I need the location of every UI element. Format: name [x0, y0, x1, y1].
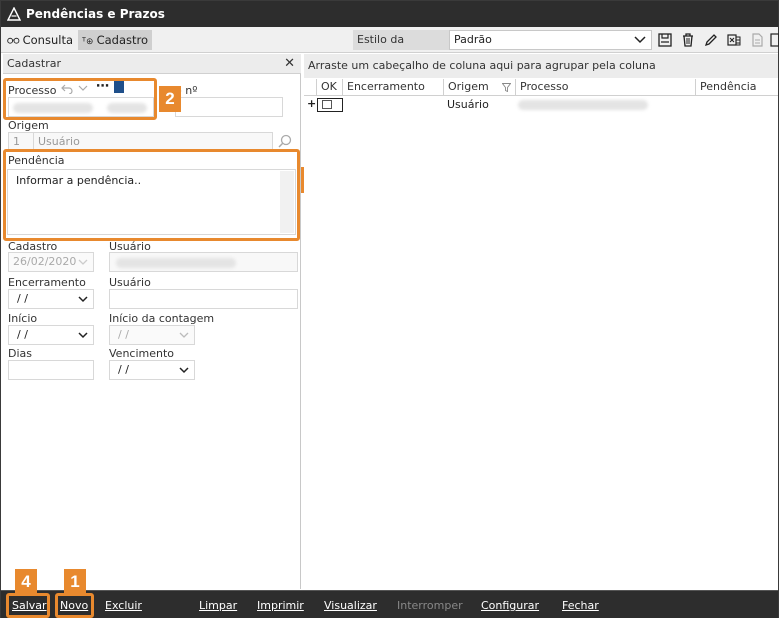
chevron-down-icon: [78, 259, 88, 265]
chevron-down-icon: [179, 367, 189, 374]
encerramento-label: Encerramento: [8, 276, 86, 289]
configurar-button[interactable]: Configurar: [481, 599, 539, 612]
binoculars-icon: [7, 37, 20, 44]
callout-badge-1: 1: [64, 569, 86, 595]
excluir-button[interactable]: Excluir: [105, 599, 142, 612]
dias-label: Dias: [8, 347, 32, 360]
inicio-value: / /: [17, 328, 28, 341]
inicio-date[interactable]: / /: [8, 325, 94, 345]
interromper-button[interactable]: Interromper: [397, 599, 463, 612]
limpar-button[interactable]: Limpar: [199, 599, 237, 612]
column-origem-label: Origem: [448, 80, 489, 93]
app-window: Pendências e Prazos Consulta T Cadastro …: [0, 0, 779, 618]
estilo-label: Estilo da consulta: [353, 30, 449, 66]
edit-pencil-icon[interactable]: [703, 32, 719, 48]
inicio-label: Início: [8, 312, 38, 325]
results-grid: Arraste um cabeçalho de coluna aqui para…: [304, 54, 778, 589]
column-ok[interactable]: OK: [316, 79, 342, 96]
encerramento-value: / /: [17, 292, 28, 305]
app-logo-icon: [7, 7, 21, 21]
tab-consulta[interactable]: Consulta: [3, 30, 77, 50]
cadastro-panel: Cadastrar ✕ Processo ⋯ o nº Origem 1 Usu…: [3, 54, 323, 589]
column-pendencia[interactable]: Pendência: [695, 79, 778, 96]
callout-badge-4: 4: [15, 569, 37, 595]
chevron-down-icon: [634, 36, 646, 44]
estilo-value: Padrão: [454, 33, 492, 46]
inicio-contagem-date[interactable]: / /: [109, 325, 195, 345]
toolbar: Consulta T Cadastro Estilo da consulta P…: [1, 27, 779, 66]
search-icon[interactable]: [278, 134, 292, 150]
window-title: Pendências e Prazos: [26, 7, 165, 21]
vencimento-value: / /: [118, 363, 129, 376]
encerramento-date[interactable]: / /: [8, 289, 94, 309]
origem-label: Origem: [8, 119, 49, 132]
cadastro-date[interactable]: 26/02/2020: [8, 252, 94, 272]
row-processo-redacted: [518, 100, 648, 110]
inicio-contagem-value: / /: [118, 328, 129, 341]
callout-pendencia: [3, 149, 300, 241]
close-icon[interactable]: ✕: [284, 54, 295, 74]
excel-export-icon[interactable]: [726, 32, 742, 48]
chevron-down-icon: [179, 332, 189, 338]
chevron-down-icon: [78, 332, 88, 339]
usuario2-input[interactable]: [109, 289, 298, 309]
callout-novo: [55, 593, 94, 618]
callout-salvar: [6, 593, 50, 618]
row-origem: Usuário: [447, 98, 489, 111]
estilo-select[interactable]: Padrão: [449, 30, 652, 50]
table-row[interactable]: + Usuário: [304, 97, 778, 113]
column-encerramento[interactable]: Encerramento: [342, 79, 443, 96]
panel-header: Cadastrar ✕: [3, 54, 301, 74]
column-origem[interactable]: Origem: [443, 79, 515, 96]
group-by-hint: Arraste um cabeçalho de coluna aqui para…: [304, 54, 778, 78]
callout-badge-2: 2: [159, 86, 181, 112]
vencimento-label: Vencimento: [109, 347, 175, 360]
svg-text:T: T: [82, 35, 86, 43]
inicio-contagem-label: Início da contagem: [109, 312, 215, 325]
usuario-input[interactable]: [109, 252, 298, 272]
usuario2-label: Usuário: [109, 276, 151, 289]
column-processo[interactable]: Processo: [515, 79, 695, 96]
tab-cadastro-label: Cadastro: [96, 33, 148, 47]
panel-title: Cadastrar: [7, 57, 61, 70]
action-bar: Salvar Novo Excluir Limpar Imprimir Visu…: [1, 590, 778, 618]
add-text-icon: T: [82, 35, 93, 45]
visualizar-button[interactable]: Visualizar: [324, 599, 377, 612]
title-bar: Pendências e Prazos: [1, 1, 778, 27]
vencimento-date[interactable]: / /: [109, 360, 195, 380]
save-layout-icon[interactable]: [657, 32, 673, 48]
numero-input[interactable]: [175, 97, 283, 117]
document-icon[interactable]: [749, 32, 765, 48]
callout-processo: [3, 78, 157, 120]
tab-cadastro[interactable]: T Cadastro: [78, 30, 152, 50]
delete-icon[interactable]: [680, 32, 696, 48]
export-icon[interactable]: [769, 32, 779, 48]
cadastro-value: 26/02/2020: [13, 255, 77, 268]
tab-consulta-label: Consulta: [22, 33, 73, 47]
imprimir-button[interactable]: Imprimir: [257, 599, 304, 612]
grid-header: OK Encerramento Origem Processo Pendênci…: [304, 79, 778, 96]
expand-row-icon[interactable]: +: [307, 97, 316, 110]
usuario-redacted: [116, 258, 236, 268]
fechar-button[interactable]: Fechar: [562, 599, 599, 612]
ok-checkbox[interactable]: [317, 98, 343, 112]
dias-input[interactable]: [8, 360, 94, 380]
chevron-down-icon: [78, 296, 88, 303]
filter-icon[interactable]: [502, 83, 511, 92]
